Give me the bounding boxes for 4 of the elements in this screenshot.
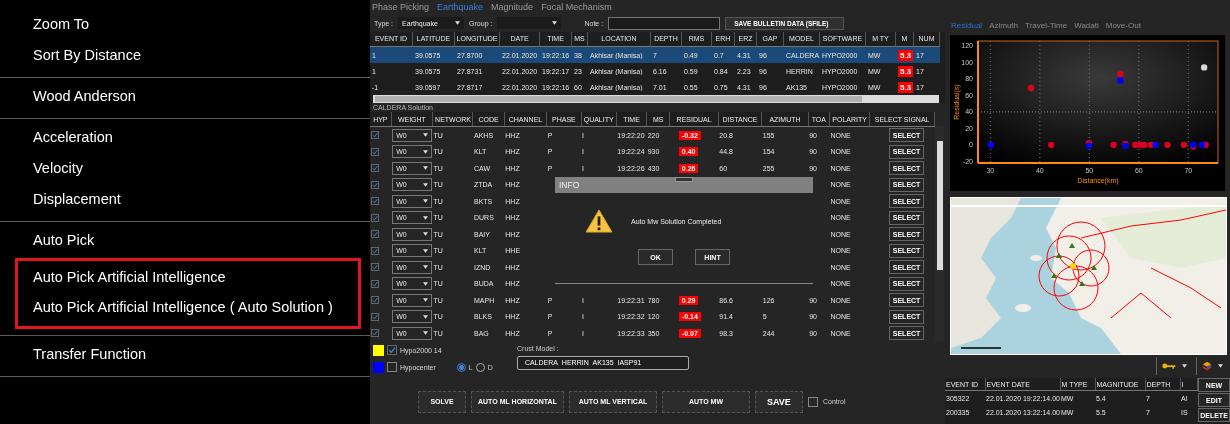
magnitude-badge: 5.3: [898, 49, 914, 61]
dialog-title: INFO: [559, 180, 580, 190]
magnitude-badge: 5.3: [898, 65, 914, 77]
magnitude-badge: 5.3: [898, 81, 914, 93]
